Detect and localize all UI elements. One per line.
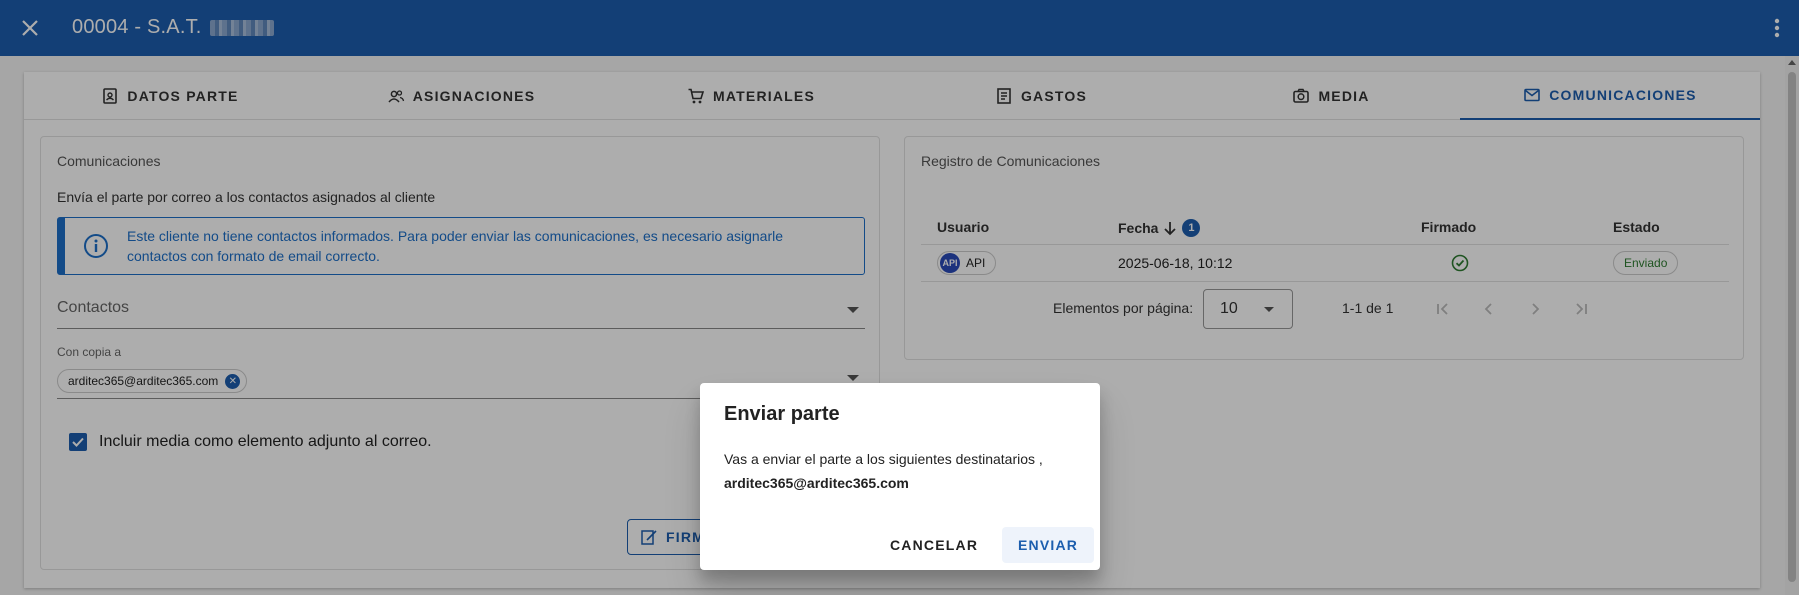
dialog-recipient: arditec365@arditec365.com — [724, 475, 909, 491]
send-dialog: Enviar parte Vas a enviar el parte a los… — [700, 383, 1100, 570]
send-button[interactable]: ENVIAR — [1002, 527, 1095, 563]
cancel-button[interactable]: CANCELAR — [874, 527, 994, 563]
dialog-message: Vas a enviar el parte a los siguientes d… — [724, 451, 1043, 467]
dialog-body: Vas a enviar el parte a los siguientes d… — [724, 447, 1076, 495]
dialog-title: Enviar parte — [724, 403, 840, 425]
